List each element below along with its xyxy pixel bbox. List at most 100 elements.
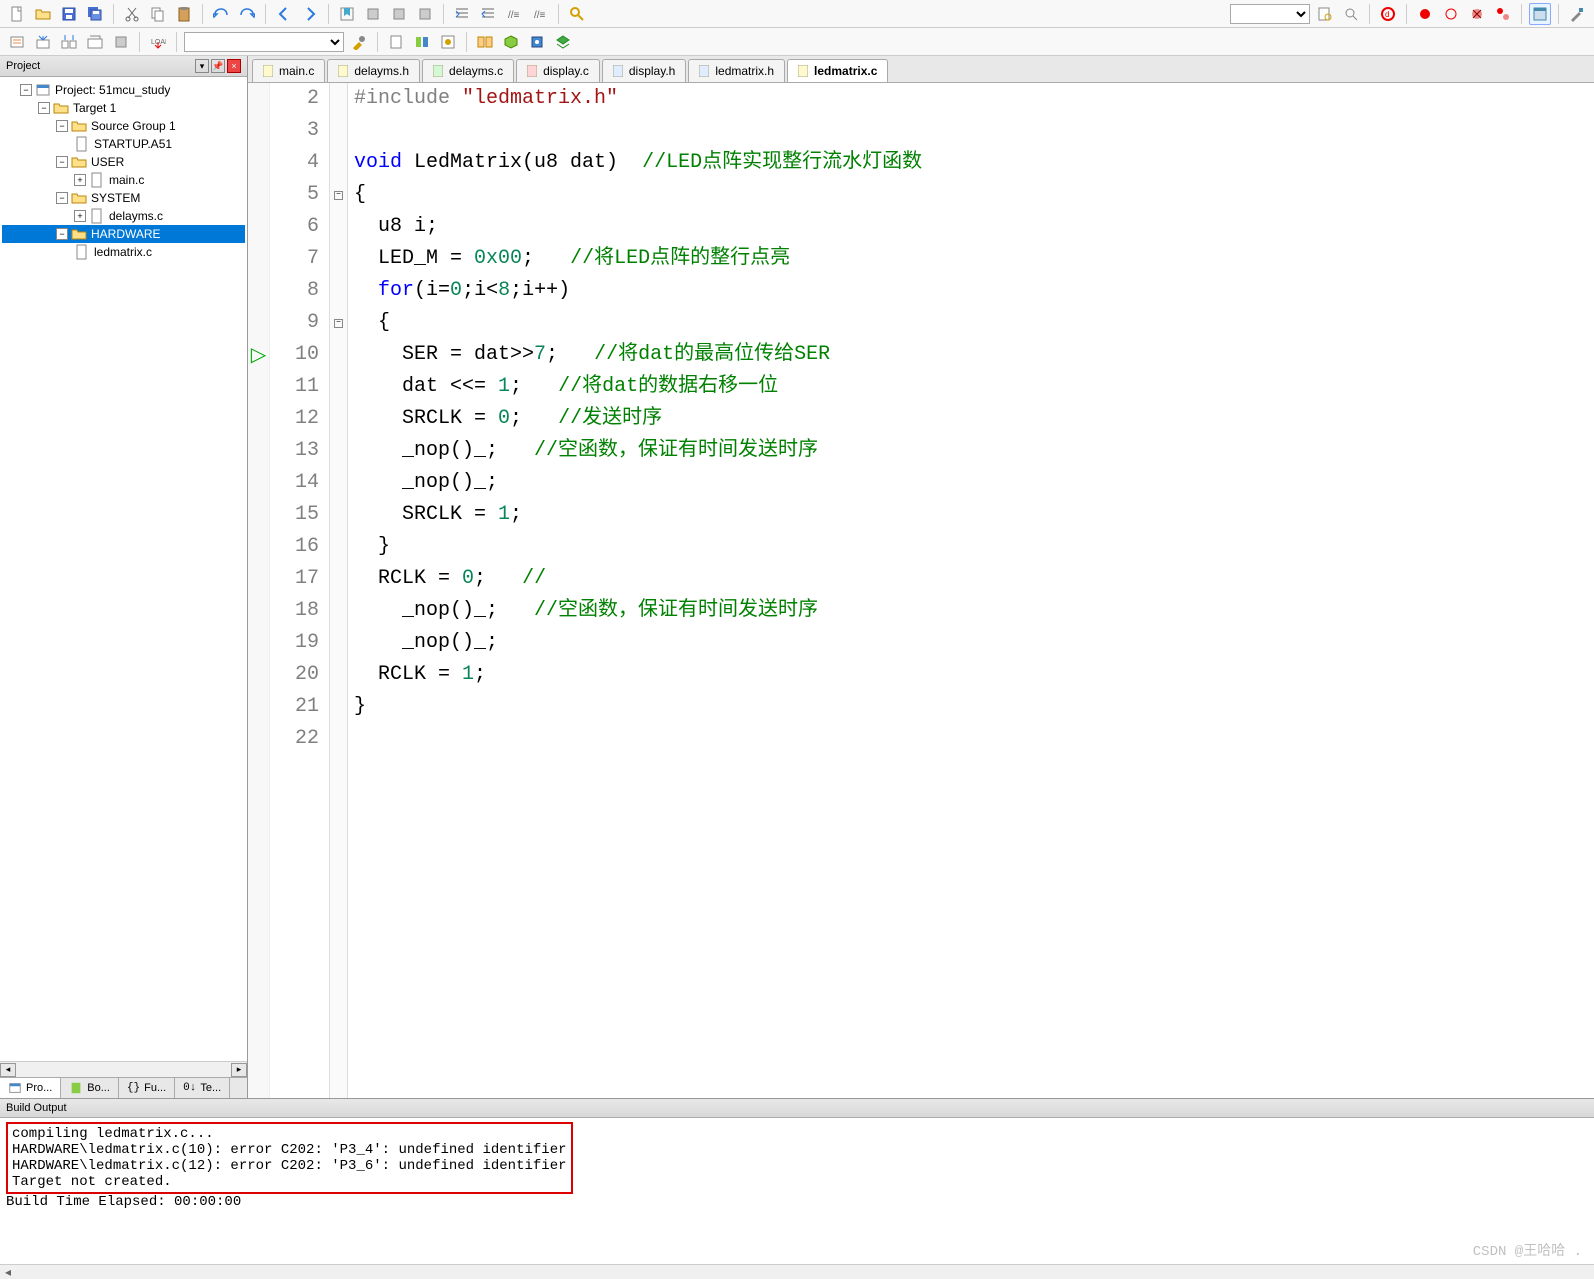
file-icon (89, 208, 105, 224)
code-lines[interactable]: #include "ledmatrix.h"void LedMatrix(u8 … (348, 83, 1594, 1098)
file-tab[interactable]: delayms.h (327, 59, 420, 82)
file-icon (74, 244, 90, 260)
tree-ledmatrix[interactable]: ledmatrix.c (2, 243, 245, 261)
file-tab[interactable]: ledmatrix.h (688, 59, 785, 82)
bookmark-prev-icon[interactable] (362, 3, 384, 25)
save-all-icon[interactable] (84, 3, 106, 25)
tab-books[interactable]: Bo... (61, 1078, 119, 1098)
breakpoint-kill-icon[interactable] (1466, 3, 1488, 25)
window-layout-icon[interactable] (1529, 3, 1551, 25)
stop-build-icon[interactable] (110, 31, 132, 53)
target-select[interactable]: Target 1 (184, 32, 344, 52)
manage-multi-proj-icon[interactable] (474, 31, 496, 53)
tree-startup[interactable]: STARTUP.A51 (2, 135, 245, 153)
undo-icon[interactable] (210, 3, 232, 25)
manage-books-icon[interactable] (411, 31, 433, 53)
configure-icon[interactable] (1566, 3, 1588, 25)
tree-hscroll[interactable]: ◂ ▸ (0, 1061, 247, 1077)
breakpoint-all-icon[interactable] (1492, 3, 1514, 25)
separator (265, 4, 266, 24)
status-bar: ◂ (0, 1264, 1594, 1278)
paste-icon[interactable] (173, 3, 195, 25)
breakpoint-icon[interactable] (1414, 3, 1436, 25)
separator (377, 32, 378, 52)
file-tab-label: display.c (543, 64, 589, 78)
panel-close-icon[interactable]: × (227, 59, 241, 73)
incremental-find-icon[interactable] (1340, 3, 1362, 25)
separator (1406, 4, 1407, 24)
file-icon (74, 136, 90, 152)
download-icon[interactable]: LOAD (147, 31, 169, 53)
bookmark-clear-icon[interactable] (414, 3, 436, 25)
tab-templates[interactable]: 0↓Te... (175, 1078, 230, 1098)
file-icon (433, 65, 443, 77)
tree-mainc[interactable]: +main.c (2, 171, 245, 189)
options-icon[interactable] (348, 31, 370, 53)
tree-hardware[interactable]: −HARDWARE (2, 225, 245, 243)
build-output-content[interactable]: compiling ledmatrix.c...HARDWARE\ledmatr… (0, 1118, 1594, 1264)
file-tab[interactable]: main.c (252, 59, 325, 82)
separator (328, 4, 329, 24)
file-tab[interactable]: delayms.c (422, 59, 514, 82)
find-combo[interactable] (1230, 4, 1310, 24)
save-icon[interactable] (58, 3, 80, 25)
file-tab[interactable]: display.c (516, 59, 600, 82)
nav-forward-icon[interactable] (299, 3, 321, 25)
new-file-icon[interactable] (6, 3, 28, 25)
code-editor[interactable]: ▷ 2345678910111213141516171819202122 −− … (248, 83, 1594, 1098)
tree-delayms[interactable]: +delayms.c (2, 207, 245, 225)
scroll-right-icon[interactable]: ▸ (231, 1063, 247, 1077)
fold-gutter[interactable]: −− (330, 83, 348, 1098)
cut-icon[interactable] (121, 3, 143, 25)
scroll-left-icon[interactable]: ◂ (0, 1063, 16, 1077)
tree-target[interactable]: −Target 1 (2, 99, 245, 117)
project-panel-tabs: Pro... Bo... {}Fu... 0↓Te... (0, 1077, 247, 1098)
tree-sg-label: Source Group 1 (91, 119, 176, 133)
breakpoint-disable-icon[interactable] (1440, 3, 1462, 25)
bookmark-toggle-icon[interactable] (336, 3, 358, 25)
file-tab[interactable]: display.h (602, 59, 686, 82)
bookmark-next-icon[interactable] (388, 3, 410, 25)
separator (466, 32, 467, 52)
project-tree[interactable]: −Project: 51mcu_study −Target 1 −Source … (0, 77, 247, 1061)
outdent-icon[interactable] (477, 3, 499, 25)
tree-ledmatrix-label: ledmatrix.c (94, 245, 152, 259)
translate-icon[interactable] (6, 31, 28, 53)
manage-pack-icon[interactable] (500, 31, 522, 53)
tree-source-group[interactable]: −Source Group 1 (2, 117, 245, 135)
copy-icon[interactable] (147, 3, 169, 25)
comment-icon[interactable]: //≡ (503, 3, 525, 25)
tree-user[interactable]: −USER (2, 153, 245, 171)
build-icon[interactable] (32, 31, 54, 53)
tree-startup-label: STARTUP.A51 (94, 137, 172, 151)
file-tab-label: delayms.c (449, 64, 503, 78)
svcs-icon[interactable] (552, 31, 574, 53)
file-tab[interactable]: ledmatrix.c (787, 59, 888, 82)
tab-functions[interactable]: {}Fu... (119, 1078, 175, 1098)
panel-dropdown-icon[interactable]: ▾ (195, 59, 209, 73)
tree-root[interactable]: −Project: 51mcu_study (2, 81, 245, 99)
file-ext-icon[interactable] (385, 31, 407, 53)
svg-text://≡: //≡ (508, 10, 520, 21)
redo-icon[interactable] (236, 3, 258, 25)
find-icon[interactable] (566, 3, 588, 25)
tree-system[interactable]: −SYSTEM (2, 189, 245, 207)
file-tab-label: ledmatrix.c (814, 64, 877, 78)
indent-icon[interactable] (451, 3, 473, 25)
tab-project[interactable]: Pro... (0, 1078, 61, 1098)
fold-toggle[interactable]: − (334, 191, 343, 200)
open-file-icon[interactable] (32, 3, 54, 25)
nav-back-icon[interactable] (273, 3, 295, 25)
scroll-left-icon[interactable]: ◂ (0, 1265, 16, 1279)
batch-build-icon[interactable] (84, 31, 106, 53)
uncomment-icon[interactable]: //≡ (529, 3, 551, 25)
manage-comp-icon[interactable] (526, 31, 548, 53)
folder-icon (71, 154, 87, 170)
fold-toggle[interactable]: − (334, 319, 343, 328)
panel-pin-icon[interactable]: 📌 (211, 59, 225, 73)
debug-start-icon[interactable]: d (1377, 3, 1399, 25)
find-in-files-icon[interactable] (1314, 3, 1336, 25)
file-icon (798, 65, 808, 77)
manage-env-icon[interactable] (437, 31, 459, 53)
rebuild-icon[interactable] (58, 31, 80, 53)
